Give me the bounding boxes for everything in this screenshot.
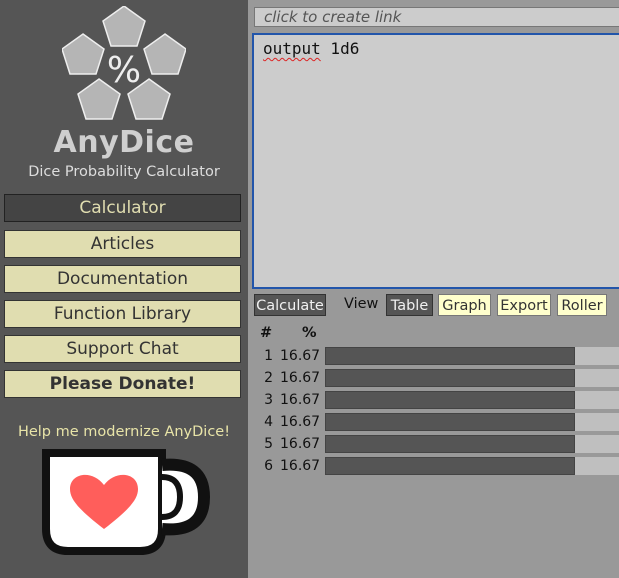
logo-percent-symbol: %: [107, 50, 141, 91]
nav-calculator[interactable]: Calculator: [4, 194, 241, 222]
row-bar: [325, 457, 575, 475]
row-value: 3: [264, 392, 273, 408]
view-label: View: [344, 296, 379, 312]
row-value: 6: [264, 458, 273, 474]
row-value: 2: [264, 370, 273, 386]
table-row: 6 16.67: [0, 457, 619, 475]
results-header: # %: [260, 325, 317, 341]
sidebar: % AnyDice Dice Probability Calculator Ca…: [0, 0, 248, 578]
app-title: AnyDice: [53, 125, 195, 160]
nav-function-library[interactable]: Function Library: [4, 300, 241, 328]
code-editor[interactable]: output 1d6: [252, 33, 619, 289]
row-bar: [325, 413, 575, 431]
view-table-button[interactable]: Table: [386, 294, 433, 316]
code-expression: 1d6: [320, 39, 360, 58]
row-bar: [325, 435, 575, 453]
anydice-logo-icon[interactable]: %: [62, 6, 186, 124]
row-percent: 16.67: [280, 370, 321, 386]
table-row: 1 16.67: [0, 347, 619, 365]
row-percent: 16.67: [280, 414, 321, 430]
calculate-button[interactable]: Calculate: [254, 294, 326, 316]
row-percent: 16.67: [280, 436, 321, 452]
table-row: 3 16.67: [0, 391, 619, 409]
row-value: 1: [264, 348, 273, 364]
row-bar: [325, 347, 575, 365]
view-graph-button[interactable]: Graph: [438, 294, 491, 316]
row-percent: 16.67: [280, 392, 321, 408]
row-bar: [325, 391, 575, 409]
header-percent: %: [302, 325, 317, 341]
view-export-button[interactable]: Export: [497, 294, 551, 316]
header-number: #: [260, 325, 273, 341]
code-keyword-output: output: [263, 39, 321, 58]
app-subtitle: Dice Probability Calculator: [28, 164, 220, 180]
nav-documentation[interactable]: Documentation: [4, 265, 241, 293]
row-value: 4: [264, 414, 273, 430]
create-link-field[interactable]: click to create link: [254, 7, 619, 27]
view-roller-button[interactable]: Roller: [557, 294, 607, 316]
nav-articles[interactable]: Articles: [4, 230, 241, 258]
table-row: 5 16.67: [0, 435, 619, 453]
table-row: 2 16.67: [0, 369, 619, 387]
row-value: 5: [264, 436, 273, 452]
table-row: 4 16.67: [0, 413, 619, 431]
row-percent: 16.67: [280, 348, 321, 364]
row-bar: [325, 369, 575, 387]
row-percent: 16.67: [280, 458, 321, 474]
